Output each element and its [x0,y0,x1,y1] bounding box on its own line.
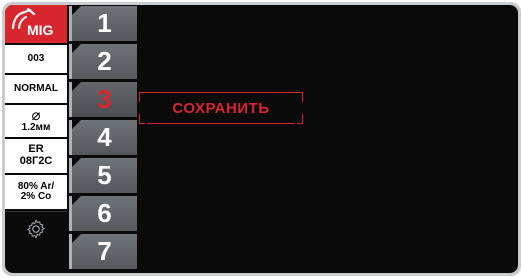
mode-label: MIG [27,22,54,38]
save-button[interactable]: СОХРАНИТЬ [139,92,303,124]
program-number[interactable]: 003 [5,45,67,73]
tab-label: 7 [97,236,112,266]
tab-label: 2 [97,46,112,76]
tab-6[interactable]: 6 [69,196,137,231]
save-button-corner [297,114,303,124]
save-button-corner [139,92,145,102]
tab-label: 5 [97,160,112,190]
mode-setting-value: NORMAL [14,82,58,94]
display-screen: MIG 003 NORMAL ⌀ 1.2мм ER 08Г2С 80% Ar/ … [5,5,518,273]
device-frame: MIG 003 NORMAL ⌀ 1.2мм ER 08Г2С 80% Ar/ … [2,2,521,276]
tab-5[interactable]: 5 [69,158,137,193]
program-number-value: 003 [27,52,45,64]
tab-3[interactable]: 3 [69,82,137,117]
tab-label: 1 [97,8,112,38]
save-button-border-bottom [147,123,295,124]
wire-diameter[interactable]: ⌀ 1.2мм [5,105,67,137]
gas-mixture-line2: 2% Co [20,191,52,202]
tab-2[interactable]: 2 [69,44,137,79]
wire-type-line2: 08Г2С [19,155,53,167]
tab-label: 6 [97,198,112,228]
tab-4[interactable]: 4 [69,120,137,155]
save-button-corner [139,114,145,124]
tab-label: 3 [97,84,112,114]
tab-1[interactable]: 1 [69,6,137,41]
program-tabs: 1 2 3 4 5 6 7 [69,5,137,273]
settings-button[interactable] [5,211,67,245]
gear-icon [27,219,45,238]
save-button-border-top [139,92,303,93]
mode-setting[interactable]: NORMAL [5,75,67,103]
save-button-corner [297,92,303,102]
save-button-label: СОХРАНИТЬ [172,99,270,117]
wire-type[interactable]: ER 08Г2С [5,139,67,173]
wire-diameter-value: 1.2мм [21,122,51,134]
tab-label: 4 [97,122,112,152]
mode-indicator[interactable]: MIG [5,5,67,43]
gas-mixture[interactable]: 80% Ar/ 2% Co [5,175,67,209]
diameter-icon: ⌀ [31,107,41,125]
status-column: MIG 003 NORMAL ⌀ 1.2мм ER 08Г2С 80% Ar/ … [5,5,67,273]
tab-7[interactable]: 7 [69,234,137,269]
